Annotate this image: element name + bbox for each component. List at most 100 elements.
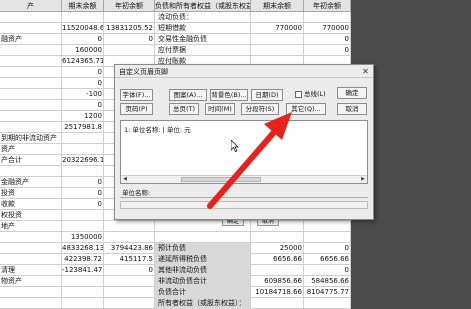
total-pages-button[interactable]: 总页(T) — [169, 103, 199, 115]
table-cell[interactable] — [104, 232, 155, 243]
table-cell[interactable]: 融资产 — [0, 34, 62, 45]
pattern-button[interactable]: 图案(A)... — [169, 89, 207, 101]
table-cell[interactable]: 清理 — [0, 265, 62, 276]
table-cell[interactable] — [155, 232, 251, 243]
table-cell[interactable] — [0, 45, 62, 56]
table-cell[interactable]: 6656.66 — [304, 254, 351, 265]
table-cell[interactable] — [104, 287, 155, 298]
table-cell[interactable]: 0 — [62, 34, 104, 45]
table-cell[interactable]: 资产 — [0, 144, 62, 155]
table-cell[interactable] — [0, 254, 62, 265]
table-cell[interactable]: 422398.72 — [62, 254, 104, 265]
time-button[interactable]: 时间(M) — [205, 103, 235, 115]
table-cell[interactable]: 权投资 — [0, 210, 62, 221]
table-cell[interactable]: 0 — [304, 45, 351, 56]
table-cell[interactable]: 0 — [62, 100, 104, 111]
table-cell[interactable]: 0 — [62, 67, 104, 78]
table-cell[interactable] — [104, 45, 155, 56]
table-cell[interactable] — [251, 232, 304, 243]
table-cell[interactable]: 到期的非流动资产 — [0, 133, 62, 144]
ok-button[interactable]: 确定 — [337, 87, 367, 99]
table-cell[interactable] — [0, 78, 62, 89]
table-cell[interactable] — [104, 12, 155, 23]
table-cell[interactable] — [0, 100, 62, 111]
table-cell[interactable]: 0 — [304, 34, 351, 45]
table-cell[interactable]: 10184718.66 — [251, 287, 304, 298]
table-cell[interactable]: 地产 — [0, 221, 62, 232]
table-cell[interactable]: 415117.5 — [104, 254, 155, 265]
date-button[interactable]: 日期(D) — [251, 89, 283, 101]
table-cell[interactable]: 0 — [104, 34, 155, 45]
close-icon[interactable]: ✕ — [361, 67, 370, 76]
table-cell[interactable] — [0, 122, 62, 133]
checkbox-box[interactable] — [295, 90, 302, 98]
table-cell[interactable] — [251, 298, 304, 309]
table-cell[interactable] — [0, 12, 62, 23]
table-cell[interactable] — [62, 210, 104, 221]
table-cell[interactable]: 0 — [62, 78, 104, 89]
scroll-right-icon[interactable]: ▶ — [359, 176, 367, 183]
table-cell[interactable]: 20322696.12 — [62, 155, 104, 166]
table-cell[interactable]: 预计负债 — [155, 243, 251, 254]
table-cell[interactable]: 产合计 — [0, 155, 62, 166]
page-number-button[interactable]: 页码(P) — [120, 103, 153, 115]
table-cell[interactable]: 非流动负债合计 — [155, 276, 251, 287]
table-cell[interactable]: 160000 — [62, 45, 104, 56]
table-cell[interactable] — [0, 111, 62, 122]
table-cell[interactable]: 4833268.13 — [62, 243, 104, 254]
header-scrollbar[interactable]: ◀ ▶ — [121, 175, 367, 183]
table-cell[interactable] — [0, 89, 62, 100]
footer-scrollbar[interactable] — [120, 201, 368, 209]
table-cell[interactable] — [251, 265, 304, 276]
scroll-thumb[interactable] — [181, 177, 261, 182]
table-cell[interactable]: 负债合计 — [155, 287, 251, 298]
table-cell[interactable] — [62, 221, 104, 232]
table-cell[interactable] — [251, 12, 304, 23]
table-cell[interactable]: 金融资产 — [0, 177, 62, 188]
scroll-left-icon[interactable]: ◀ — [121, 176, 129, 183]
section-break-button[interactable]: 分段符(S) — [241, 103, 279, 115]
table-cell[interactable] — [0, 56, 62, 67]
table-cell[interactable] — [304, 12, 351, 23]
header-edit-area[interactable]: 1: 单位名称: | 单位: 元 ◀ ▶ — [120, 120, 368, 184]
total-line-checkbox[interactable]: 总线(L) — [295, 89, 326, 99]
table-cell[interactable] — [104, 221, 155, 232]
table-cell[interactable]: 11520048.62 — [62, 23, 104, 34]
table-cell[interactable] — [62, 144, 104, 155]
table-cell[interactable]: 流动负债： — [155, 12, 251, 23]
table-cell[interactable]: 1350000 — [62, 232, 104, 243]
table-cell[interactable] — [304, 221, 351, 232]
table-cell[interactable] — [0, 243, 62, 254]
table-cell[interactable]: 所有者权益（或股东权益）： — [155, 298, 251, 309]
table-cell[interactable] — [0, 232, 62, 243]
table-cell[interactable]: 交易性金融负债 — [155, 34, 251, 45]
table-cell[interactable]: -100 — [62, 89, 104, 100]
table-cell[interactable]: 2517981.8 — [62, 122, 104, 133]
table-cell[interactable]: 13831205.52 — [104, 23, 155, 34]
table-cell[interactable]: 584856.66 — [304, 276, 351, 287]
table-cell[interactable] — [304, 232, 351, 243]
table-cell[interactable]: 25000 — [251, 243, 304, 254]
table-cell[interactable] — [62, 166, 104, 177]
table-cell[interactable] — [62, 287, 104, 298]
table-cell[interactable] — [62, 298, 104, 309]
table-cell[interactable]: 6124365.71 — [62, 56, 104, 67]
table-cell[interactable] — [251, 34, 304, 45]
table-cell[interactable]: 0 — [304, 243, 351, 254]
table-cell[interactable] — [104, 276, 155, 287]
table-cell[interactable]: 0 — [62, 199, 104, 210]
table-cell[interactable] — [62, 12, 104, 23]
table-cell[interactable]: 770000 — [304, 23, 351, 34]
table-cell[interactable]: 6656.66 — [251, 254, 304, 265]
table-cell[interactable] — [251, 45, 304, 56]
table-cell[interactable] — [0, 23, 62, 34]
table-cell[interactable]: 其他非流动负债 — [155, 265, 251, 276]
table-cell[interactable]: 递延所得税负债 — [155, 254, 251, 265]
table-cell[interactable]: 短期借款 — [155, 23, 251, 34]
table-cell[interactable]: 投资 — [0, 188, 62, 199]
table-cell[interactable] — [0, 287, 62, 298]
table-cell[interactable] — [0, 166, 62, 177]
table-cell[interactable]: 0 — [62, 177, 104, 188]
table-cell[interactable]: 609856.66 — [251, 276, 304, 287]
table-cell[interactable]: 收款 — [0, 199, 62, 210]
